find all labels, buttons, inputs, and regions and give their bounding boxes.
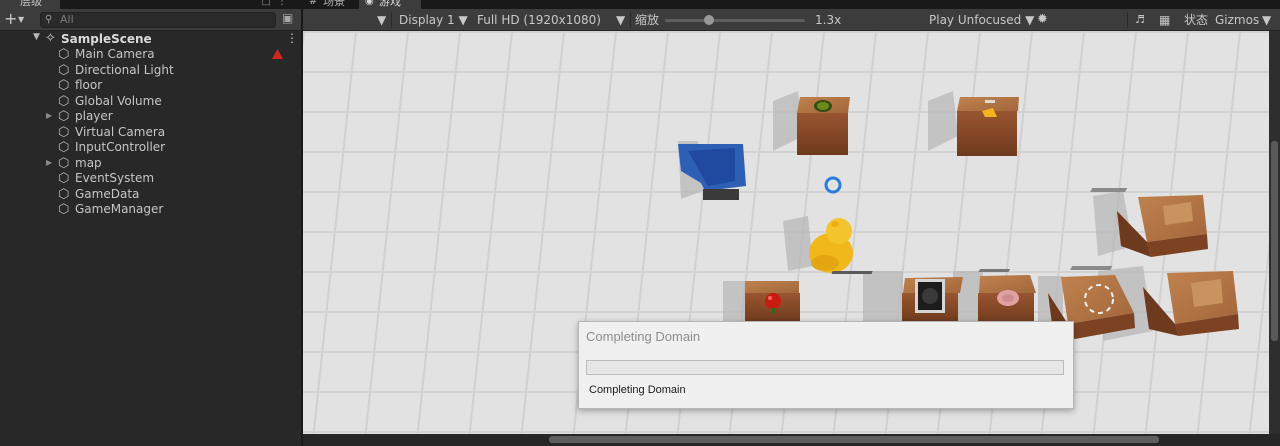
hierarchy-toolbar: + ▼ ⚲ All ▣ xyxy=(0,9,301,31)
display-dropdown[interactable]: Display 1 ▼ xyxy=(399,12,468,28)
toolbar-separator xyxy=(630,12,631,28)
resolution-dropdown[interactable]: Full HD (1920x1080) xyxy=(477,12,601,28)
crate-counter xyxy=(745,281,800,323)
dialog-title: Completing Domain xyxy=(586,329,701,344)
hierarchy-item-label: player xyxy=(75,109,113,123)
keyboard-icon[interactable]: ▦ xyxy=(1159,12,1170,28)
warning-icon xyxy=(272,49,283,59)
expand-arrow-icon[interactable]: ▶ xyxy=(46,111,52,120)
gizmos-button[interactable]: Gizmos xyxy=(1215,12,1259,28)
gameobject-cube-icon: ⬡ xyxy=(58,47,70,62)
hierarchy-tabbar: 层级 □⋮ xyxy=(0,0,301,9)
hierarchy-item[interactable]: ⬡ Virtual Camera xyxy=(0,125,301,141)
hierarchy-item[interactable]: ⬡ GameManager xyxy=(0,202,301,218)
tab-game-label: 游戏 xyxy=(379,0,401,8)
tab-game[interactable]: ◉ 游戏 xyxy=(359,0,421,9)
plates-counter xyxy=(978,275,1036,325)
hierarchy-item-label: InputController xyxy=(75,140,166,154)
chevron-down-icon: ▼ xyxy=(1262,13,1272,27)
add-button[interactable]: + xyxy=(4,11,17,27)
hierarchy-item-label: Directional Light xyxy=(75,62,174,77)
tab-hierarchy-label: 层级 xyxy=(20,0,42,8)
horizontal-scrollbar[interactable] xyxy=(303,434,1280,446)
toolbar-separator xyxy=(391,12,392,28)
gameobject-cube-icon: ⬡ xyxy=(58,155,70,171)
vertical-scrollbar[interactable] xyxy=(1269,31,1280,434)
more-options-icon[interactable]: ⋮ xyxy=(286,31,298,45)
resolution-label: Full HD (1920x1080) xyxy=(477,13,601,27)
search-input[interactable]: ⚲ All xyxy=(40,12,276,28)
crate-counter xyxy=(797,97,850,155)
hierarchy-item-label: Main Camera xyxy=(75,47,155,61)
gameobject-cube-icon: ⬡ xyxy=(58,93,70,109)
gameobject-cube-icon: ⬡ xyxy=(58,140,70,155)
scale-slider[interactable] xyxy=(665,19,805,22)
hierarchy-item[interactable]: ⬡ GameData xyxy=(0,187,301,203)
dialog-info: Completing Domain xyxy=(589,384,686,396)
progress-dialog: Completing Domain Completing Domain xyxy=(578,321,1074,409)
hierarchy-item[interactable]: ▶ ⬡ player xyxy=(0,109,301,125)
gameobject-cube-icon: ⬡ xyxy=(58,171,70,186)
hierarchy-panel: 层级 □⋮ + ▼ ⚲ All ▣ ▼ ✧ SampleScene ⋮ ⬡ Mai… xyxy=(0,0,301,446)
hierarchy-item-label: map xyxy=(75,155,102,170)
gameobject-cube-icon: ⬡ xyxy=(58,202,70,217)
gameobject-cube-icon: ⬡ xyxy=(58,109,70,124)
gameobject-cube-icon: ⬡ xyxy=(58,62,70,78)
filter-icon[interactable]: ▣ xyxy=(282,11,293,25)
scale-label: 缩放 xyxy=(635,13,660,27)
search-icon: ⚲ xyxy=(45,14,53,25)
hierarchy-item[interactable]: ⬡ Global Volume xyxy=(0,94,301,110)
hierarchy-item-label: Virtual Camera xyxy=(75,124,166,139)
expand-arrow-icon[interactable]: ▶ xyxy=(46,158,52,167)
tab-scene-label: 场景 xyxy=(323,0,345,8)
hierarchy-item[interactable]: ⬡ floor xyxy=(0,78,301,94)
lock-icon[interactable]: □⋮ xyxy=(262,0,293,7)
hierarchy-item-label: Global Volume xyxy=(75,93,162,108)
hierarchy-item[interactable]: ▶ ⬡ map xyxy=(0,156,301,172)
hierarchy-item-label: floor xyxy=(75,78,103,92)
expand-arrow-icon[interactable]: ▼ xyxy=(33,32,40,42)
play-mode-dropdown[interactable]: Play Unfocused ▼ xyxy=(929,12,1034,28)
progress-bar xyxy=(586,360,1064,375)
stats-button[interactable]: 状态 xyxy=(1184,12,1208,28)
audio-icon[interactable]: ♬ xyxy=(1135,12,1145,28)
scale-value: 1.3x xyxy=(815,13,842,27)
scene-name: SampleScene xyxy=(61,32,152,46)
hierarchy-item-label: GameData xyxy=(75,186,140,201)
tab-hierarchy[interactable]: 层级 xyxy=(0,0,60,9)
resolution-caret[interactable]: ▼ xyxy=(616,12,625,28)
hierarchy-item-label: GameManager xyxy=(75,202,164,216)
display-label: Display 1 xyxy=(399,13,455,27)
chevron-down-icon: ▼ xyxy=(1025,13,1035,27)
chevron-down-icon[interactable]: ▼ xyxy=(18,15,24,24)
chevron-down-icon: ▼ xyxy=(616,13,626,27)
chevron-down-icon: ▼ xyxy=(458,13,468,27)
unity-scene-icon: ✧ xyxy=(45,31,56,46)
play-mode-label: Play Unfocused xyxy=(929,13,1022,27)
hierarchy-item[interactable]: ⬡ InputController xyxy=(0,140,301,156)
grid-icon: # xyxy=(309,0,318,7)
hierarchy-item[interactable]: ⬡ Directional Light xyxy=(0,63,301,79)
hierarchy-tree: ▼ ✧ SampleScene ⋮ ⬡ Main Camera ⬡ Direction… xyxy=(0,31,301,218)
search-placeholder: All xyxy=(60,13,74,26)
hierarchy-item-label: EventSystem xyxy=(75,171,155,185)
game-view-menu-caret[interactable]: ▼ xyxy=(377,12,386,28)
scene-row[interactable]: ▼ ✧ SampleScene ⋮ xyxy=(0,31,301,47)
crate-counter xyxy=(957,97,1019,156)
gizmos-caret[interactable]: ▼ xyxy=(1262,12,1271,28)
hierarchy-item[interactable]: ⬡ Main Camera xyxy=(0,47,301,63)
bug-icon[interactable]: ✹ xyxy=(1037,12,1048,28)
gameobject-cube-icon: ⬡ xyxy=(58,78,70,93)
scale-slider-handle[interactable] xyxy=(704,15,714,25)
hierarchy-item[interactable]: ⬡ EventSystem xyxy=(0,171,301,187)
vertical-scroll-thumb[interactable] xyxy=(1271,141,1278,341)
horizontal-scroll-thumb[interactable] xyxy=(549,436,1159,443)
toolbar-separator xyxy=(1127,12,1128,28)
tab-scene[interactable]: # 场景 xyxy=(303,0,359,9)
gameobject-cube-icon: ⬡ xyxy=(58,186,70,202)
gameobject-cube-icon: ⬡ xyxy=(58,124,70,140)
view-tabstrip xyxy=(303,0,1280,9)
gamepad-icon: ◉ xyxy=(365,0,374,7)
